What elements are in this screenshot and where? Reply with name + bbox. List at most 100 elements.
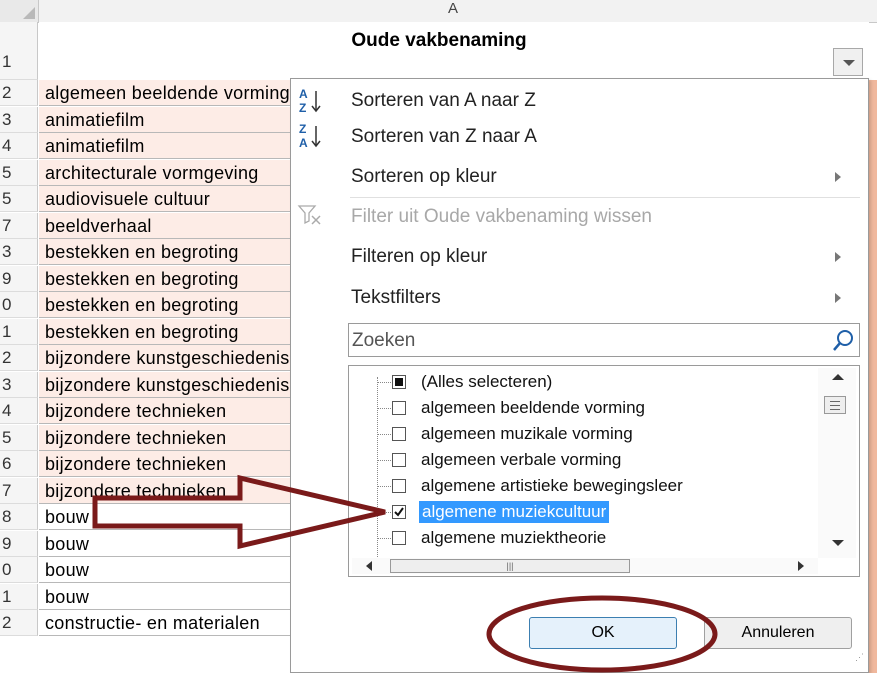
scroll-thumb[interactable]: [824, 396, 846, 414]
tree-line: [378, 382, 391, 383]
resize-grip-icon[interactable]: ⋰: [855, 652, 865, 662]
row-number[interactable]: 6: [0, 451, 38, 477]
row-number[interactable]: 7: [0, 478, 38, 504]
row-number[interactable]: 8: [0, 504, 38, 530]
row-number[interactable]: 0: [0, 292, 38, 318]
list-item-label[interactable]: algemene muziektheorie: [421, 527, 606, 549]
submenu-arrow-icon: [835, 293, 841, 303]
hscroll-thumb[interactable]: |||: [390, 559, 630, 573]
data-cell[interactable]: architecturale vormgeving: [39, 160, 291, 186]
menu-sort-color[interactable]: Sorteren op kleur: [351, 159, 497, 195]
tree-line: [378, 512, 391, 513]
scroll-right-icon[interactable]: [798, 561, 804, 571]
checkbox[interactable]: [392, 453, 406, 467]
row-number[interactable]: 3: [0, 372, 38, 398]
menu-clear-filter: Filter uit Oude vakbenaming wissen: [351, 206, 652, 227]
list-item-label[interactable]: (Alles selecteren): [421, 371, 552, 393]
checkbox[interactable]: [392, 531, 406, 545]
tree-line: [377, 377, 378, 557]
row-number-1[interactable]: 1: [0, 22, 38, 80]
row-number[interactable]: 1: [0, 319, 38, 345]
filter-dropdown-button[interactable]: [833, 48, 863, 76]
row-number[interactable]: 4: [0, 133, 38, 159]
sort-za-icon: Z A: [299, 122, 321, 150]
svg-text:A: A: [299, 87, 308, 101]
data-cell[interactable]: beeldverhaal: [39, 213, 291, 239]
row-number[interactable]: 5: [0, 186, 38, 212]
data-cell[interactable]: bestekken en begroting: [39, 292, 291, 318]
row-number[interactable]: 4: [0, 398, 38, 424]
search-placeholder: Zoeken: [352, 330, 416, 351]
row-number[interactable]: 0: [0, 557, 38, 583]
horizontal-scrollbar[interactable]: |||: [352, 558, 818, 574]
scroll-left-icon[interactable]: [366, 561, 372, 571]
row-number[interactable]: 1: [0, 584, 38, 610]
row-number[interactable]: 5: [0, 160, 38, 186]
row-number[interactable]: 2: [0, 345, 38, 371]
checkbox[interactable]: [392, 401, 406, 415]
adjacent-column-strip: [869, 80, 877, 673]
data-cell[interactable]: animatiefilm: [39, 107, 291, 133]
menu-filter-color[interactable]: Filteren op kleur: [351, 239, 487, 275]
tree-line: [378, 486, 391, 487]
checkmark-icon: [394, 507, 404, 517]
scroll-down-icon[interactable]: [832, 540, 844, 546]
row-number[interactable]: 9: [0, 531, 38, 557]
row-number[interactable]: 7: [0, 213, 38, 239]
tree-line: [378, 460, 391, 461]
data-cell[interactable]: bouw: [39, 504, 291, 530]
checkbox[interactable]: [392, 375, 406, 389]
row-number[interactable]: 3: [0, 107, 38, 133]
data-cell[interactable]: bouw: [39, 531, 291, 557]
data-cell[interactable]: bijzondere technieken: [39, 398, 291, 424]
menu-text-filters[interactable]: Tekstfilters: [351, 280, 441, 316]
checkbox[interactable]: [392, 427, 406, 441]
vertical-scrollbar[interactable]: [818, 368, 856, 558]
sort-az-icon: A Z: [299, 87, 321, 115]
column-a-header[interactable]: A: [38, 0, 868, 22]
clear-filter-icon: [297, 205, 321, 225]
checkbox[interactable]: [392, 505, 406, 519]
data-cell[interactable]: bijzondere technieken: [39, 425, 291, 451]
data-cell[interactable]: bijzondere kunstgeschiedenis: [39, 345, 291, 371]
submenu-arrow-icon: [835, 252, 841, 262]
menu-sort-az[interactable]: Sorteren van A naar Z: [351, 83, 536, 119]
row-number[interactable]: 9: [0, 266, 38, 292]
svg-text:Z: Z: [299, 101, 306, 115]
scroll-up-icon[interactable]: [832, 374, 844, 380]
data-cell[interactable]: bestekken en begroting: [39, 266, 291, 292]
checkbox[interactable]: [392, 479, 406, 493]
search-input[interactable]: [348, 323, 860, 357]
data-cell[interactable]: audiovisuele cultuur: [39, 186, 291, 212]
list-item-label[interactable]: algemene muziekcultuur: [419, 501, 610, 523]
data-cell[interactable]: algemeen beeldende vorming: [39, 80, 291, 106]
row-number[interactable]: 5: [0, 425, 38, 451]
tree-line: [378, 408, 391, 409]
row-number[interactable]: 2: [0, 610, 38, 636]
row-number[interactable]: 3: [0, 239, 38, 265]
data-cell[interactable]: bouw: [39, 584, 291, 610]
tree-line: [378, 538, 391, 539]
list-item-label[interactable]: algemeen muzikale vorming: [421, 423, 633, 445]
ok-button[interactable]: OK: [529, 617, 677, 649]
data-cell[interactable]: bijzondere technieken: [39, 451, 291, 477]
list-item-label[interactable]: algemene artistieke bewegingsleer: [421, 475, 683, 497]
data-cell[interactable]: constructie- en materialen: [39, 610, 291, 636]
row-number[interactable]: 2: [0, 80, 38, 106]
menu-separator: [350, 197, 860, 198]
data-cell[interactable]: bijzondere technieken: [39, 478, 291, 504]
menu-sort-za[interactable]: Sorteren van Z naar A: [351, 119, 537, 155]
data-cell[interactable]: animatiefilm: [39, 133, 291, 159]
tree-line: [378, 434, 391, 435]
list-item-label[interactable]: algemeen verbale vorming: [421, 449, 621, 471]
data-cell[interactable]: bestekken en begroting: [39, 319, 291, 345]
data-cell[interactable]: bestekken en begroting: [39, 239, 291, 265]
cancel-button[interactable]: Annuleren: [704, 617, 852, 649]
select-all-corner[interactable]: [0, 0, 39, 22]
svg-text:Z: Z: [299, 122, 306, 136]
data-cell[interactable]: bijzondere kunstgeschiedenis: [39, 372, 291, 398]
list-item-label[interactable]: algemeen beeldende vorming: [421, 397, 645, 419]
header-title: Oude vakbenaming: [351, 30, 527, 51]
search-icon[interactable]: [831, 328, 855, 354]
data-cell[interactable]: bouw: [39, 557, 291, 583]
